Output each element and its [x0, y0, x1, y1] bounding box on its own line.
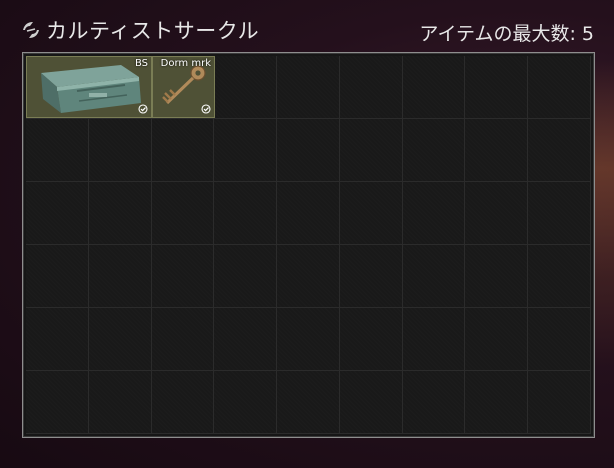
grid-slot[interactable]	[277, 245, 340, 308]
grid-slot[interactable]	[151, 182, 215, 245]
grid-slot[interactable]	[214, 371, 278, 434]
item-label: BS	[134, 58, 148, 69]
grid-slot[interactable]	[277, 308, 340, 371]
max-items-label: アイテムの最大数:	[419, 23, 576, 45]
grid-slot[interactable]	[528, 371, 591, 434]
header: カルティストサークル アイテムの最大数: 5	[0, 0, 614, 54]
grid-slot[interactable]	[528, 182, 591, 245]
grid-slot[interactable]	[402, 119, 466, 182]
grid-slot[interactable]	[402, 308, 466, 371]
item-label: Dorm mrk	[160, 58, 211, 69]
grid-slot[interactable]	[528, 119, 591, 182]
grid-slot[interactable]	[88, 182, 152, 245]
page-title: カルティストサークル	[46, 19, 260, 43]
grid-slot[interactable]	[465, 56, 529, 119]
max-items-indicator: アイテムの最大数: 5	[419, 19, 594, 46]
grid-slot[interactable]	[339, 245, 403, 308]
grid-slot[interactable]	[339, 371, 403, 434]
grid-slot[interactable]	[339, 56, 403, 119]
grid-slot[interactable]	[88, 245, 152, 308]
grid-slot[interactable]	[151, 119, 215, 182]
grid-slot[interactable]	[465, 308, 529, 371]
grid-slot[interactable]	[528, 56, 591, 119]
grid-slot[interactable]	[402, 56, 466, 119]
grid-slot[interactable]	[26, 371, 89, 434]
grid-slot[interactable]	[88, 308, 152, 371]
grid-slot[interactable]	[465, 119, 529, 182]
grid-slot[interactable]	[26, 119, 89, 182]
grid-slot[interactable]	[151, 371, 215, 434]
grid-item-key[interactable]: Dorm mrk	[152, 56, 215, 118]
grid-slot[interactable]	[402, 182, 466, 245]
checkmark-circle-icon	[201, 104, 211, 114]
item-grid-frame: BS Dorm mrk	[22, 52, 595, 438]
grid-slot[interactable]	[214, 182, 278, 245]
grid-slot[interactable]	[88, 119, 152, 182]
grid-slot[interactable]	[339, 308, 403, 371]
grid-slot[interactable]	[465, 182, 529, 245]
grid-slot[interactable]	[277, 56, 340, 119]
grid-slot[interactable]	[339, 182, 403, 245]
grid-slot[interactable]	[151, 308, 215, 371]
cultist-circle-logo-icon	[23, 22, 39, 38]
grid-slot[interactable]	[214, 119, 278, 182]
grid-slot[interactable]	[26, 245, 89, 308]
grid-slot[interactable]	[465, 371, 529, 434]
grid-slot[interactable]	[528, 245, 591, 308]
max-items-value: 5	[581, 23, 594, 45]
ammo-box-icon	[41, 65, 141, 113]
grid-item-ammo-box[interactable]: BS	[26, 56, 152, 118]
grid-slot[interactable]	[214, 56, 278, 119]
grid-slot[interactable]	[402, 245, 466, 308]
grid-slot[interactable]	[277, 371, 340, 434]
grid-slot[interactable]	[465, 245, 529, 308]
grid-slot[interactable]	[528, 308, 591, 371]
grid-slot[interactable]	[151, 245, 215, 308]
grid-slot[interactable]	[214, 308, 278, 371]
grid-slot[interactable]	[402, 371, 466, 434]
grid-slot[interactable]	[339, 119, 403, 182]
grid-slot[interactable]	[277, 182, 340, 245]
grid-slot[interactable]	[26, 182, 89, 245]
checkmark-circle-icon	[138, 104, 148, 114]
grid-slot[interactable]	[214, 245, 278, 308]
grid-slot[interactable]	[88, 371, 152, 434]
grid-slot[interactable]	[26, 308, 89, 371]
grid-slot[interactable]	[277, 119, 340, 182]
